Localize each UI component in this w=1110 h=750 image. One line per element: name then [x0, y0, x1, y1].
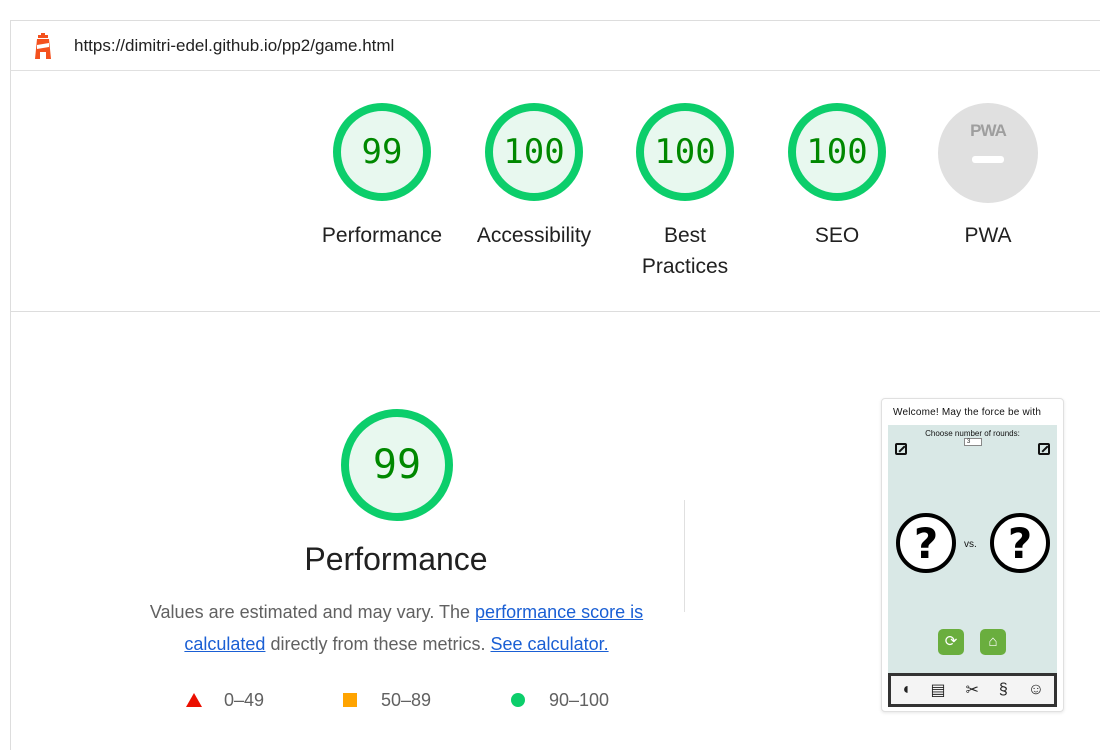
performance-gauge: 99 [339, 407, 455, 523]
circle-icon [511, 693, 525, 707]
rounds-select: 3 [964, 438, 982, 446]
square-icon [343, 693, 357, 707]
gauge-label-accessibility: Accessibility [476, 224, 592, 247]
player-score-icon [895, 443, 907, 455]
rock-icon: ◖ [900, 681, 911, 698]
legend-range: 50–89 [381, 689, 432, 710]
scissors-icon: ✂ [965, 682, 979, 699]
gauge-accessibility[interactable]: 100 [484, 102, 584, 202]
desc-text: directly from these metrics. [265, 634, 491, 654]
page-url-link[interactable]: https://dimitri-edel.github.io/pp2/game.… [74, 36, 394, 56]
gauge-performance[interactable]: 99 [332, 102, 432, 202]
triangle-icon [186, 693, 202, 707]
legend-pass: 90–100 [511, 688, 609, 712]
report-header: https://dimitri-edel.github.io/pp2/game.… [10, 20, 1100, 71]
rounds-label: Choose number of rounds: [925, 429, 1020, 438]
gauge-label-pwa: PWA [964, 224, 1012, 247]
lighthouse-icon [35, 33, 51, 59]
spock-icon: ☺ [1027, 681, 1045, 698]
player-choice-icon: ? [896, 513, 956, 573]
computer-score-icon [1038, 443, 1050, 455]
lizard-icon: § [998, 681, 1008, 698]
legend-average: 50–89 [343, 688, 431, 712]
desc-text: Values are estimated and may vary. The [149, 602, 476, 622]
legend-range: 90–100 [549, 689, 610, 710]
refresh-icon: ⟳ [938, 629, 964, 655]
legend-range: 0–49 [224, 689, 265, 710]
paper-icon: ▤ [930, 682, 946, 699]
performance-description: Values are estimated and may vary. The p… [135, 596, 658, 660]
gauge-best-practices[interactable]: 100 [635, 102, 735, 202]
gauge-label-seo: SEO [814, 224, 860, 247]
gauge-score: 100 [806, 132, 868, 172]
legend-fail: 0–49 [186, 688, 264, 712]
vs-label: vs. [964, 539, 977, 550]
gauge-pwa[interactable]: PWA [938, 103, 1038, 203]
final-screenshot-thumbnail[interactable]: Welcome! May the force be with Choose nu… [881, 398, 1064, 712]
pwa-badge-icon: PWA [970, 121, 1007, 140]
computer-choice-icon: ? [990, 513, 1050, 573]
see-calculator-link[interactable]: See calculator. [491, 634, 609, 654]
gauge-score: 100 [654, 132, 716, 172]
gauge-label-best-practices: Best Practices [641, 224, 729, 278]
gauge-label-performance: Performance [321, 224, 443, 247]
gauge-seo[interactable]: 100 [787, 102, 887, 202]
thumbnail-game-screen: Choose number of rounds: 3 ? vs. ? ⟳ ⌂ ◖… [888, 425, 1057, 707]
thumbnail-title: Welcome! May the force be with [893, 407, 1042, 418]
performance-title: Performance [304, 541, 488, 577]
choice-toolbar: ◖ ▤ ✂ § ☺ [888, 673, 1057, 707]
pwa-dash-icon [972, 156, 1004, 163]
performance-score: 99 [372, 442, 422, 488]
gauge-score: 100 [503, 132, 565, 172]
section-divider [684, 500, 685, 612]
gauge-score: 99 [361, 132, 403, 172]
home-icon: ⌂ [980, 629, 1006, 655]
